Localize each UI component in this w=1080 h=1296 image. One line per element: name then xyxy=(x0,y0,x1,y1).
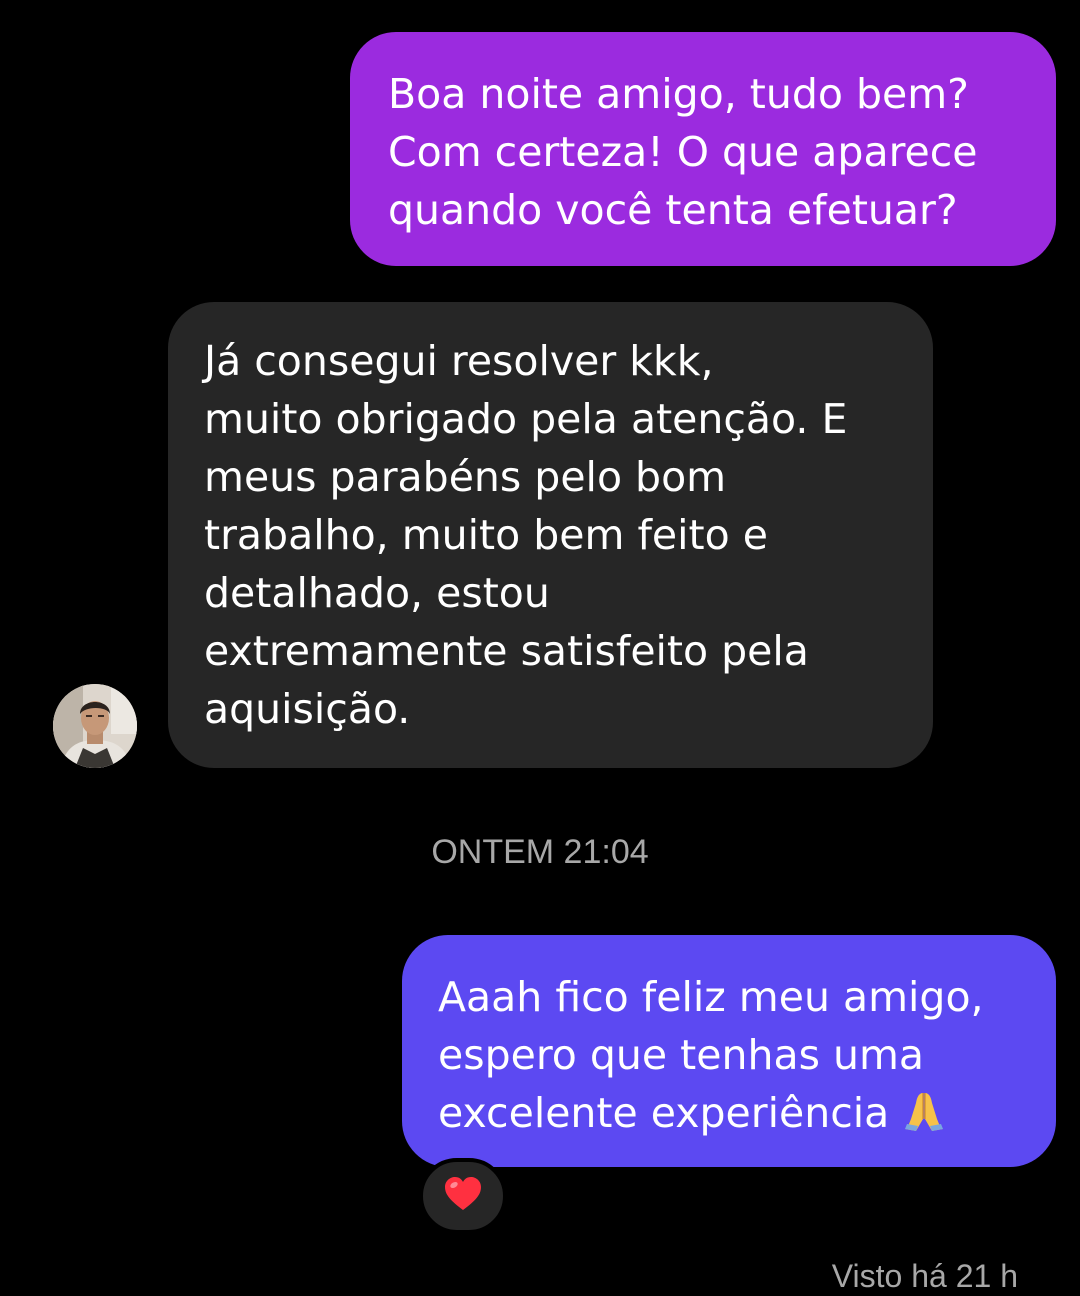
outgoing-message-bubble[interactable]: Boa noite amigo, tudo bem? Com certeza! … xyxy=(350,32,1056,266)
message-text: Já consegui resolver kkk, xyxy=(204,337,714,385)
message-text: Aaah fico feliz meu amigo, xyxy=(438,973,984,1021)
message-text: meus parabéns pelo bom xyxy=(204,453,727,501)
message-text: trabalho, muito bem feito e xyxy=(204,511,768,559)
folded-hands-icon xyxy=(902,1089,946,1148)
message-text: excelente experiência xyxy=(438,1089,890,1137)
message-text: quando você tenta efetuar? xyxy=(388,186,958,234)
message-text: Com certeza! O que aparece xyxy=(388,128,978,176)
message-text: espero que tenhas uma xyxy=(438,1031,925,1079)
message-text: aquisição. xyxy=(204,685,411,733)
outgoing-message-bubble[interactable]: Aaah fico feliz meu amigo, espero que te… xyxy=(402,935,1056,1167)
avatar-photo xyxy=(53,684,137,768)
message-timestamp: ONTEM 21:04 xyxy=(431,833,649,871)
seen-status: Visto há 21 h xyxy=(831,1258,1018,1294)
incoming-message-bubble[interactable]: Já consegui resolver kkk, muito obrigado… xyxy=(168,302,933,768)
contact-avatar[interactable] xyxy=(53,684,137,768)
message-reaction[interactable] xyxy=(419,1158,507,1234)
message-text: muito obrigado pela atenção. E xyxy=(204,395,848,443)
message-text: extremamente satisfeito pela xyxy=(204,627,809,675)
heart-icon xyxy=(443,1176,483,1216)
message-text: Boa noite amigo, tudo bem? xyxy=(388,70,969,118)
message-text: detalhado, estou xyxy=(204,569,550,617)
